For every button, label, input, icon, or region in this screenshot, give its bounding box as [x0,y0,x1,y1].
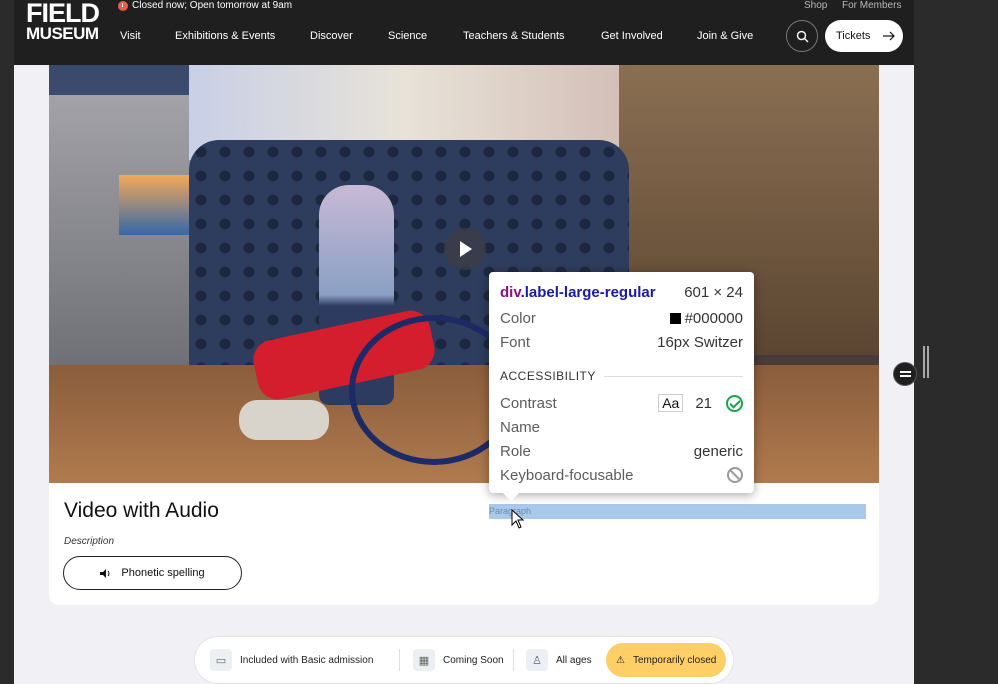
color-label: Color [500,309,536,327]
nav-teachers-students[interactable]: Teachers & Students [463,30,565,42]
nav-get-involved[interactable]: Get Involved [601,30,663,42]
tickets-button[interactable]: Tickets [825,20,903,52]
tickets-label: Tickets [836,30,871,42]
chip-coming-soon-label: Coming Soon [443,654,504,666]
nav-exhibitions-events[interactable]: Exhibitions & Events [175,30,275,42]
sidebar-toggle-button[interactable] [893,362,917,386]
inspector-name-row: Name [500,416,743,438]
search-button[interactable] [786,20,818,52]
font-label: Font [500,333,531,351]
hero-shoes [239,400,329,440]
logo-line-2: MUSEUM [26,24,99,43]
paragraph-highlight: Paragraph [489,504,866,519]
chip-admission: ▭ Included with Basic admission [210,646,373,674]
color-swatch [669,312,681,324]
accessibility-heading: ACCESSIBILITY [500,369,743,383]
phonetic-spelling-label: Phonetic spelling [121,567,205,579]
contrast-value: 21 [695,394,712,412]
check-circle-icon [726,394,743,412]
video-poster[interactable] [49,65,879,483]
font-value: 16px Switzer [657,333,743,351]
name-label: Name [500,418,541,436]
role-label: Role [500,442,531,460]
calendar-icon: ▦ [413,649,435,671]
shop-link[interactable]: Shop [804,0,827,11]
inspector-contrast-row: Contrast Aa 21 [500,392,743,414]
chip-divider [399,649,400,671]
contrast-aa-badge: Aa [658,394,684,412]
chip-admission-label: Included with Basic admission [240,654,374,666]
person-icon: ♙ [526,649,548,671]
selector-class: .label-large-regular [520,283,656,301]
inspector-focus-row: Keyboard-focusable [500,464,743,486]
chip-temporarily-closed: ⚠ Temporarily closed [606,643,727,677]
nav-join-give[interactable]: Join & Give [697,30,753,42]
search-icon [796,30,809,43]
warning-icon: ⚠ [616,654,625,666]
inspector-color-row: Color #000000 [500,307,743,329]
play-button[interactable] [444,228,486,270]
for-members-link[interactable]: For Members [842,0,901,11]
clock-icon [118,0,128,11]
hours-status-text: Closed now; Open tomorrow at 9am [132,0,293,11]
not-allowed-icon [727,467,743,483]
nav-discover[interactable]: Discover [310,30,353,42]
accessibility-divider [603,375,743,377]
focus-label: Keyboard-focusable [500,466,634,484]
inspector-dimensions: 601 × 24 [684,283,743,301]
resize-handle[interactable] [923,346,929,378]
selector-tag: div [500,283,521,301]
chip-divider [513,649,514,671]
site-header: FIELD MUSEUM Closed now; Open tomorrow a… [14,0,914,65]
color-value: #000000 [684,309,743,327]
field-museum-logo[interactable]: FIELD MUSEUM [26,0,100,43]
speaker-icon [100,568,110,578]
chip-all-ages-label: All ages [556,654,592,666]
page: FIELD MUSEUM Closed now; Open tomorrow a… [14,0,914,684]
hours-status: Closed now; Open tomorrow at 9am [118,0,292,11]
inspector-tooltip: div.label-large-regular 601 × 24 Color #… [489,272,754,501]
mouse-cursor-icon [511,509,525,529]
inspector-font-row: Font 16px Switzer [500,331,743,353]
chip-closed-label: Temporarily closed [632,654,717,666]
info-chips: ▭ Included with Basic admission ▦ Coming… [195,637,733,683]
nav-visit[interactable]: Visit [120,30,141,42]
logo-line-1: FIELD [26,0,100,28]
arrow-right-icon [883,31,896,41]
contrast-label: Contrast [500,394,557,412]
chip-all-ages: ♙ All ages [526,646,592,674]
video-title: Video with Audio [64,499,219,522]
video-caption-card: Video with Audio Description Phonetic sp… [49,483,879,605]
ticket-icon: ▭ [210,649,232,671]
inspector-header: div.label-large-regular 601 × 24 [500,281,743,303]
chip-coming-soon: ▦ Coming Soon [413,646,504,674]
hero-wall-left [49,95,199,375]
phonetic-spelling-button[interactable]: Phonetic spelling [63,556,242,590]
accessibility-title: ACCESSIBILITY [500,369,596,383]
role-value: generic [693,442,743,460]
video-description: Description [64,536,115,547]
inspector-selector: div.label-large-regular [500,284,656,301]
nav-science[interactable]: Science [388,30,427,42]
inspector-role-row: Role generic [500,440,743,462]
